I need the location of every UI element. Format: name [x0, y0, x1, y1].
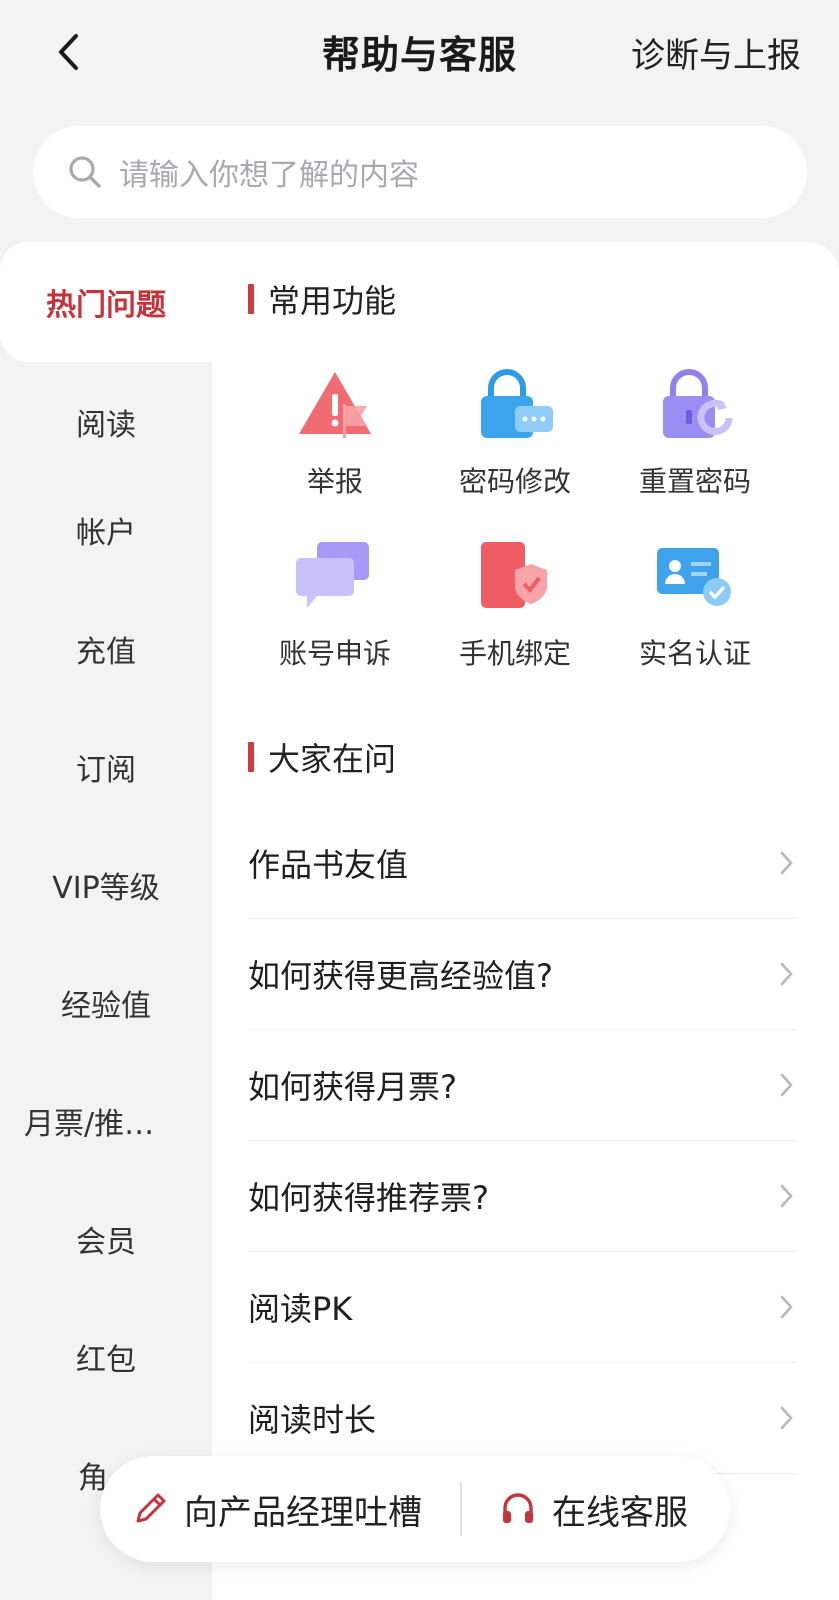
faq-item[interactable]: 作品书友值 — [248, 808, 796, 919]
feature-label: 实名认证 — [638, 637, 751, 670]
sidebar-item-vip-level[interactable]: VIP等级 — [0, 825, 212, 945]
password-change-icon — [481, 369, 553, 438]
sidebar-item-account[interactable]: 帐户 — [0, 470, 212, 590]
pencil-icon — [136, 1493, 166, 1523]
real-name-icon — [657, 548, 731, 606]
sidebar-item-hot[interactable]: 热门问题 — [0, 242, 212, 362]
faq-item[interactable]: 如何获得推荐票? — [248, 1141, 796, 1252]
section-bar — [248, 284, 254, 314]
section-bar — [248, 742, 254, 772]
sidebar-item-member[interactable]: 会员 — [0, 1179, 212, 1299]
sidebar-item-reading[interactable]: 阅读 — [0, 362, 212, 482]
sidebar-item-recharge[interactable]: 充值 — [0, 589, 212, 709]
sidebar-item-exp[interactable]: 经验值 — [0, 943, 212, 1063]
feature-password-change[interactable]: 密码修改 — [423, 366, 607, 500]
feature-label: 举报 — [306, 465, 363, 498]
headset-icon — [503, 1493, 533, 1523]
chevron-right-icon — [780, 1406, 793, 1430]
content-panel: 常用功能 举报 密码修改 重置密码 账号申诉 手机绑定 实名认证 大家在问 作品… — [212, 242, 839, 1600]
sidebar-item-subscribe[interactable]: 订阅 — [0, 707, 212, 827]
chevron-right-icon — [780, 962, 793, 986]
feature-label: 重置密码 — [638, 465, 751, 498]
feedback-label: 向产品经理吐槽 — [184, 1492, 422, 1533]
category-sidebar: 热门问题 阅读 帐户 充值 订阅 VIP等级 经验值 月票/推… 会员 红包 角 — [0, 242, 212, 1600]
online-service-button[interactable]: 在线客服 — [462, 1456, 688, 1562]
search-icon — [69, 156, 101, 188]
feature-report[interactable]: 举报 — [243, 366, 427, 500]
feature-appeal[interactable]: 账号申诉 — [243, 538, 427, 672]
feature-password-reset[interactable]: 重置密码 — [603, 366, 787, 500]
bottom-action-bar: 向产品经理吐槽 在线客服 — [100, 1456, 730, 1562]
report-icon — [299, 372, 371, 438]
phone-bind-icon — [481, 542, 547, 608]
chevron-right-icon — [780, 851, 793, 875]
feature-phone-bind[interactable]: 手机绑定 — [423, 538, 607, 672]
sidebar-item-tickets[interactable]: 月票/推… — [0, 1061, 212, 1181]
section-common-title: 常用功能 — [248, 276, 396, 322]
chevron-right-icon — [780, 1295, 793, 1319]
faq-item[interactable]: 阅读PK — [248, 1252, 796, 1363]
feature-label: 手机绑定 — [458, 637, 571, 670]
faq-item[interactable]: 如何获得更高经验值? — [248, 919, 796, 1030]
feature-label: 账号申诉 — [278, 637, 391, 670]
feedback-button[interactable]: 向产品经理吐槽 — [100, 1456, 460, 1562]
header: 帮助与客服 诊断与上报 — [0, 0, 839, 110]
feature-real-name[interactable]: 实名认证 — [603, 538, 787, 672]
sidebar-item-redpacket[interactable]: 红包 — [0, 1297, 212, 1417]
chevron-right-icon — [780, 1073, 793, 1097]
chevron-right-icon — [780, 1184, 793, 1208]
online-service-label: 在线客服 — [552, 1492, 688, 1533]
appeal-icon — [296, 542, 369, 608]
feature-label: 密码修改 — [458, 465, 571, 498]
section-faq-title: 大家在问 — [248, 734, 396, 780]
search-placeholder: 请输入你想了解的内容 — [119, 158, 419, 193]
diagnose-report-link[interactable]: 诊断与上报 — [631, 28, 801, 77]
password-reset-icon — [663, 369, 733, 438]
faq-item[interactable]: 如何获得月票? — [248, 1030, 796, 1141]
search-input[interactable]: 请输入你想了解的内容 — [33, 126, 807, 218]
